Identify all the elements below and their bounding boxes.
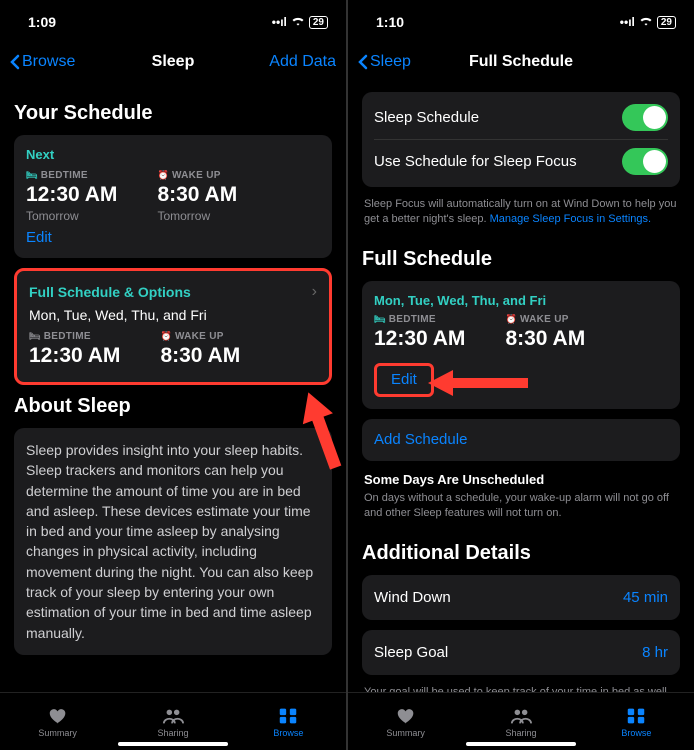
people-icon [162, 706, 184, 726]
status-icons: ••ıl 29 [620, 15, 676, 29]
status-bar: 1:09 ••ıl 29 [0, 0, 346, 44]
heart-icon [395, 706, 417, 726]
edit-button[interactable]: Edit [391, 371, 417, 388]
home-indicator[interactable] [118, 742, 228, 746]
wifi-icon [639, 15, 653, 29]
sleep-schedule-toggle[interactable] [622, 104, 668, 131]
goal-help: Your goal will be used to keep track of … [362, 685, 680, 692]
bedtime-value: 12:30 AM [374, 327, 465, 351]
status-bar: 1:10 ••ıl 29 [348, 0, 694, 44]
cellular-icon: ••ıl [620, 15, 635, 29]
bed-icon: 🛏 [374, 314, 386, 325]
chevron-right-icon: › [312, 283, 317, 301]
add-schedule-card[interactable]: Add Schedule [362, 419, 680, 461]
wake-label: ⏰WAKE UP [160, 331, 240, 342]
alarm-icon: ⏰ [157, 170, 169, 181]
tab-browse[interactable]: Browse [579, 693, 694, 750]
chevron-left-icon [10, 54, 20, 70]
full-schedule-card[interactable]: Full Schedule & Options › Mon, Tue, Wed,… [14, 268, 332, 385]
use-focus-label: Use Schedule for Sleep Focus [374, 153, 577, 170]
sleep-goal-value: 8 hr [642, 644, 668, 661]
toggles-card: Sleep Schedule Use Schedule for Sleep Fo… [362, 92, 680, 187]
schedule-days: Mon, Tue, Wed, Thu, and Fri [29, 307, 317, 323]
wake-value: 8:30 AM [505, 327, 585, 351]
about-heading: About Sleep [14, 395, 332, 418]
sleep-goal-row[interactable]: Sleep Goal 8 hr [362, 630, 680, 675]
bedtime-sub: Tomorrow [26, 209, 117, 223]
focus-help: Sleep Focus will automatically turn on a… [362, 197, 680, 238]
wake-label: ⏰WAKE UP [505, 314, 585, 325]
phone-left: 1:09 ••ıl 29 Browse Sleep Add Data Your … [0, 0, 346, 750]
nav-bar: Browse Sleep Add Data [0, 44, 346, 80]
grid-icon [625, 706, 647, 726]
your-schedule-heading: Your Schedule [14, 102, 332, 125]
wake-value: 8:30 AM [157, 183, 237, 207]
tab-summary[interactable]: Summary [0, 693, 115, 750]
cellular-icon: ••ıl [272, 15, 287, 29]
bedtime-label: 🛏BEDTIME [29, 331, 120, 342]
nav-title: Sleep [152, 53, 195, 71]
alarm-icon: ⏰ [160, 331, 172, 342]
battery-icon: 29 [657, 16, 676, 29]
wake-value: 8:30 AM [160, 344, 240, 368]
bedtime-value: 12:30 AM [26, 183, 117, 207]
additional-details-heading: Additional Details [362, 542, 680, 565]
home-indicator[interactable] [466, 742, 576, 746]
nav-bar: Sleep Full Schedule [348, 44, 694, 80]
bedtime-label: 🛏BEDTIME [374, 314, 465, 325]
wind-down-value: 45 min [623, 589, 668, 606]
about-card: Sleep provides insight into your sleep h… [14, 428, 332, 655]
use-focus-toggle[interactable] [622, 148, 668, 175]
battery-icon: 29 [309, 16, 328, 29]
wifi-icon [291, 15, 305, 29]
heart-icon [47, 706, 69, 726]
status-time: 1:09 [28, 14, 56, 30]
grid-icon [277, 706, 299, 726]
content[interactable]: Your Schedule Next 🛏BEDTIME 12:30 AM Tom… [0, 80, 346, 692]
bedtime-value: 12:30 AM [29, 344, 120, 368]
chevron-left-icon [358, 54, 368, 70]
bed-icon: 🛏 [26, 170, 38, 181]
content[interactable]: Sleep Schedule Use Schedule for Sleep Fo… [348, 80, 694, 692]
back-button[interactable]: Browse [10, 53, 75, 71]
phone-right: 1:10 ••ıl 29 Sleep Full Schedule Sleep S… [348, 0, 694, 750]
alarm-icon: ⏰ [505, 314, 517, 325]
back-button[interactable]: Sleep [358, 53, 411, 71]
full-schedule-title: Full Schedule & Options [29, 284, 191, 300]
unscheduled-help: Some Days Are Unscheduled On days withou… [362, 471, 680, 532]
add-data-button[interactable]: Add Data [269, 53, 336, 71]
bed-icon: 🛏 [29, 331, 41, 342]
status-icons: ••ıl 29 [272, 15, 328, 29]
add-schedule-button[interactable]: Add Schedule [374, 431, 467, 448]
next-schedule-card: Next 🛏BEDTIME 12:30 AM Tomorrow ⏰WAKE UP… [14, 135, 332, 258]
wake-sub: Tomorrow [157, 209, 237, 223]
schedule-card: Mon, Tue, Wed, Thu, and Fri 🛏BEDTIME 12:… [362, 281, 680, 409]
tab-summary[interactable]: Summary [348, 693, 463, 750]
edit-button[interactable]: Edit [26, 223, 320, 246]
next-label: Next [26, 147, 320, 162]
sleep-schedule-label: Sleep Schedule [374, 109, 479, 126]
wake-label: ⏰WAKE UP [157, 170, 237, 181]
about-body: Sleep provides insight into your sleep h… [26, 440, 320, 643]
full-schedule-heading: Full Schedule [362, 248, 680, 271]
status-time: 1:10 [376, 14, 404, 30]
schedule-days: Mon, Tue, Wed, Thu, and Fri [374, 293, 668, 308]
nav-title: Full Schedule [469, 53, 573, 71]
manage-focus-link[interactable]: Manage Sleep Focus in Settings. [490, 213, 651, 225]
tab-browse[interactable]: Browse [231, 693, 346, 750]
wind-down-row[interactable]: Wind Down 45 min [362, 575, 680, 620]
people-icon [510, 706, 532, 726]
bedtime-label: 🛏BEDTIME [26, 170, 117, 181]
